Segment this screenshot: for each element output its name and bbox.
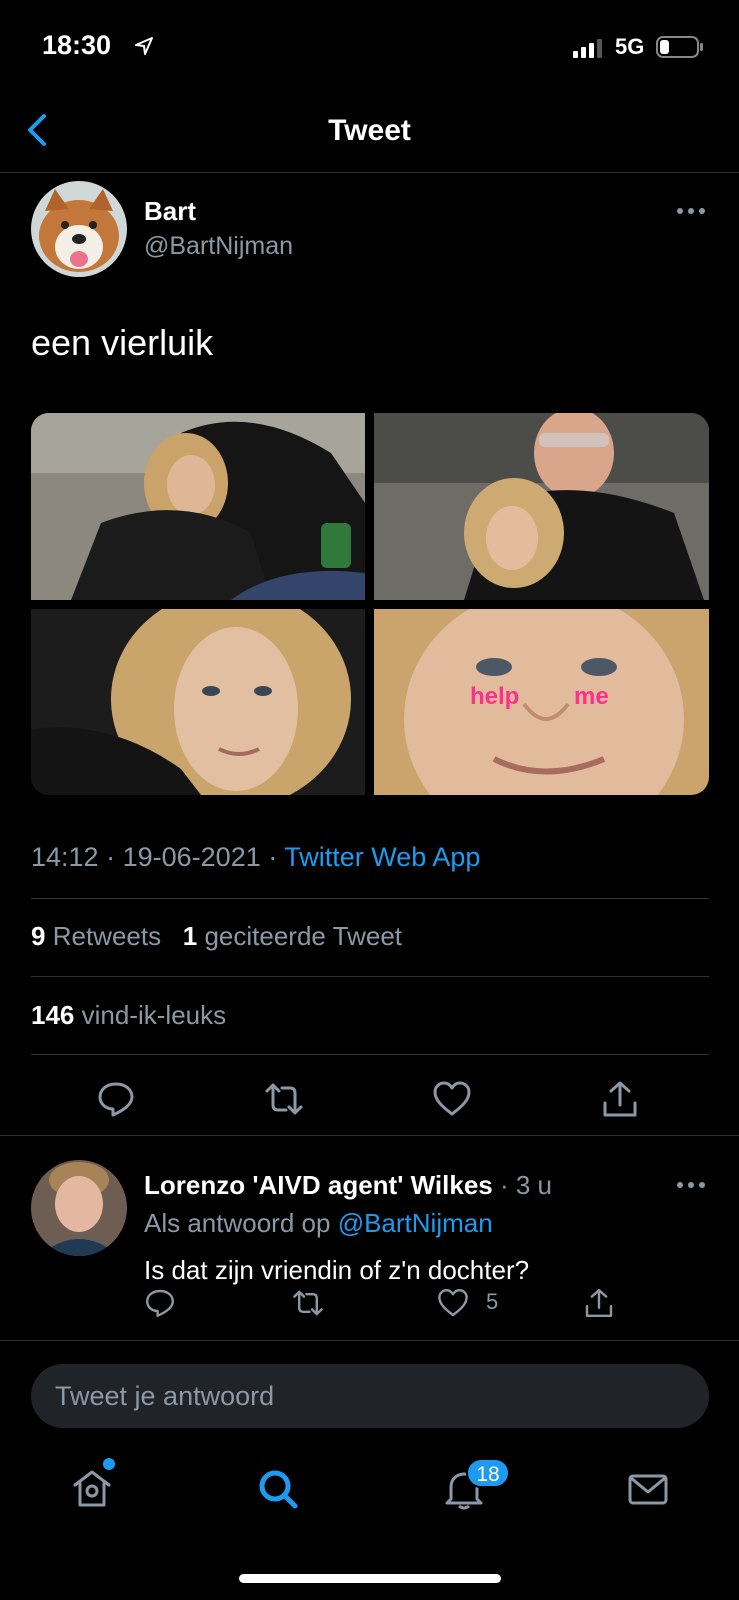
reply-icon[interactable] (144, 1287, 176, 1319)
likes-stat[interactable]: 146 vind-ik-leuks (31, 1000, 226, 1031)
tweet-photo-2[interactable] (374, 413, 709, 600)
network-type: 5G (615, 34, 645, 59)
reply-text: Is dat zijn vriendin of z'n dochter? (144, 1255, 530, 1285)
reply-to: Als antwoord op @BartNijman (144, 1208, 493, 1239)
battery-icon (656, 36, 703, 58)
reply-header: Lorenzo 'AIVD agent' Wilkes · 3 u (144, 1170, 552, 1201)
reply-like-count: 5 (486, 1289, 499, 1314)
reply-author-name[interactable]: Lorenzo 'AIVD agent' Wilkes (144, 1170, 493, 1200)
reply-avatar[interactable] (31, 1160, 127, 1256)
search-icon[interactable] (256, 1467, 300, 1511)
meta-separator: · (106, 842, 116, 872)
status-bar: 18:30 5G (0, 0, 739, 96)
home-indicator (239, 1574, 501, 1583)
tweet-photo-1[interactable] (31, 413, 365, 600)
tweet-text: een vierluik (31, 322, 214, 363)
likes-count: 146 (31, 1000, 75, 1030)
retweet-icon[interactable] (292, 1287, 324, 1319)
tweet-time: 14:12 (31, 842, 99, 872)
more-dots-icon[interactable] (676, 204, 706, 218)
author-avatar[interactable] (31, 181, 127, 277)
reply-tweet[interactable]: Lorenzo 'AIVD agent' Wilkes · 3 u Als an… (0, 1135, 739, 1335)
share-icon[interactable] (600, 1079, 640, 1119)
divider (31, 1054, 709, 1055)
quotes-stat[interactable]: 1 geciteerde Tweet (183, 921, 402, 951)
retweets-stat[interactable]: 9 Retweets (31, 921, 161, 951)
tweet-date: 19-06-2021 (122, 842, 261, 872)
photo-grid: help me (31, 413, 709, 795)
page-title: Tweet (328, 114, 411, 147)
home-icon[interactable] (70, 1467, 114, 1511)
divider (31, 976, 709, 977)
notifications-badge: 18 (466, 1458, 510, 1488)
more-dots-icon[interactable] (676, 1178, 706, 1192)
meta-separator: · (268, 842, 278, 872)
location-arrow-icon (135, 37, 153, 55)
mail-icon[interactable] (626, 1467, 670, 1511)
reply-to-prefix: Als antwoord op (144, 1208, 331, 1238)
quotes-count: 1 (182, 921, 198, 951)
status-time: 18:30 (42, 30, 112, 60)
tweet-meta: 14:12 · 19-06-2021 · Twitter Web App (31, 842, 480, 873)
retweet-icon[interactable] (264, 1079, 304, 1119)
tweet-actions (0, 1075, 739, 1125)
home-unread-dot (103, 1458, 115, 1470)
tweet-photo-4[interactable]: help me (374, 609, 709, 795)
retweets-label: Retweets (52, 921, 162, 951)
reply-compose-input[interactable]: Tweet je antwoord (31, 1364, 709, 1428)
retweets-count: 9 (31, 921, 46, 951)
quotes-label: geciteerde Tweet (204, 921, 403, 951)
reply-icon[interactable] (96, 1079, 136, 1119)
overlay-text-help: help (470, 683, 520, 710)
nav-header: Tweet (0, 96, 739, 173)
tweet-source-link[interactable]: Twitter Web App (284, 842, 480, 872)
author-name[interactable]: Bart (144, 196, 196, 227)
share-icon[interactable] (583, 1287, 615, 1319)
author-handle[interactable]: @BartNijman (144, 232, 293, 261)
reply-to-mention[interactable]: @BartNijman (338, 1208, 493, 1238)
overlay-text-me: me (574, 683, 609, 710)
compose-placeholder: Tweet je antwoord (55, 1381, 275, 1411)
like-icon[interactable] (432, 1079, 472, 1119)
divider (0, 1340, 739, 1341)
reply-time: · 3 u (499, 1170, 553, 1200)
retweet-stats: 9 Retweets 1 geciteerde Tweet (31, 921, 402, 952)
tweet-photo-3[interactable] (31, 609, 365, 795)
likes-label: vind-ik-leuks (81, 1000, 227, 1030)
like-icon[interactable] (437, 1287, 469, 1319)
divider (31, 898, 709, 899)
signal-icon (573, 39, 602, 58)
